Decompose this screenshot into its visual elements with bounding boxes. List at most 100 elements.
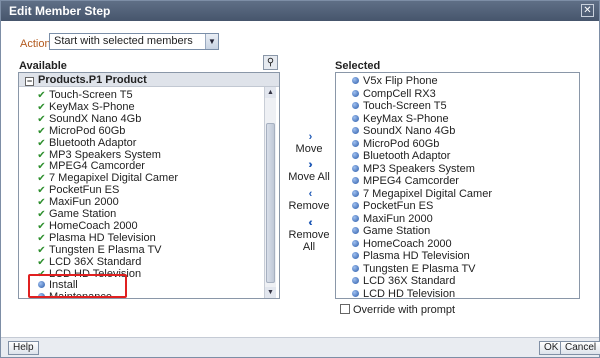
override-checkbox[interactable]	[340, 304, 350, 314]
available-list[interactable]: − Products.P1 Product ✔ Touch-Screen T5 ✔ Ke…	[18, 72, 280, 299]
selected-item-label: V5x Flip Phone	[363, 75, 438, 87]
double-chevron-left-icon: ‹‹	[308, 217, 312, 229]
find-binoculars-icon[interactable]: ⚲	[263, 55, 278, 70]
remove-all-label: Remove All	[288, 229, 330, 253]
selected-list-item[interactable]: MP3 Speakers System	[350, 163, 475, 176]
close-icon[interactable]: ✕	[581, 4, 594, 17]
member-dot-icon	[350, 238, 361, 251]
selected-list-item[interactable]: LCD 36X Standard	[350, 275, 455, 288]
action-label: Action	[20, 38, 51, 50]
chevron-down-icon[interactable]: ▼	[205, 34, 218, 49]
move-button[interactable]: › Move	[289, 131, 329, 155]
highlight-annotation	[28, 274, 127, 298]
move-all-button[interactable]: ›› Move All	[287, 159, 331, 183]
member-dot-icon	[350, 150, 361, 163]
available-item-label: Game Station	[49, 208, 117, 220]
scrollbar-thumb[interactable]	[266, 123, 275, 283]
cancel-button[interactable]: Cancel	[560, 341, 600, 355]
selected-list[interactable]: V5x Flip Phone CompCell RX3 Touch-Screen T…	[335, 72, 580, 299]
member-dot-icon	[350, 275, 361, 288]
selected-list-item[interactable]: HomeCoach 2000	[350, 238, 452, 251]
selected-item-label: HomeCoach 2000	[363, 237, 452, 250]
member-dot-icon	[350, 213, 361, 226]
available-item-label: MaxiFun 2000	[49, 196, 119, 209]
member-dot-icon	[350, 175, 361, 188]
dialog-content: Action Start with selected members ▼ Ava…	[1, 21, 599, 337]
edit-member-step-dialog: Edit Member Step ✕ Action Start with sel…	[0, 0, 600, 358]
selected-list-item[interactable]: Touch-Screen T5	[350, 100, 447, 113]
available-root-label: Products.P1 Product	[38, 74, 147, 86]
chevron-right-icon: ›	[308, 131, 313, 143]
available-item-label: SoundX Nano 4Gb	[49, 112, 142, 125]
selected-item-label: MP3 Speakers System	[363, 162, 475, 175]
available-item-label: Touch-Screen T5	[49, 89, 133, 101]
selected-list-item[interactable]: Tungsten E Plasma TV	[350, 263, 476, 276]
available-item-label: Tungsten E Plasma TV	[49, 243, 162, 256]
available-item-label: LCD 36X Standard	[49, 255, 142, 268]
available-item-label: PocketFun ES	[49, 184, 120, 197]
available-scrollbar[interactable]: ▲ ▼	[264, 87, 276, 298]
available-item-label: Bluetooth Adaptor	[49, 136, 137, 149]
selected-list-item[interactable]: 7 Megapixel Digital Camer	[350, 188, 492, 201]
selected-label: Selected	[335, 60, 381, 72]
selected-item-label: LCD HD Television	[363, 287, 456, 299]
selected-list-item[interactable]: Bluetooth Adaptor	[350, 150, 450, 163]
selected-list-item[interactable]: MPEG4 Camcorder	[350, 175, 459, 188]
scroll-down-icon[interactable]: ▼	[265, 287, 276, 298]
member-dot-icon	[350, 138, 361, 151]
selected-item-label: PocketFun ES	[363, 200, 434, 212]
selected-item-label: SoundX Nano 4Gb	[363, 125, 456, 137]
remove-all-button[interactable]: ‹‹ Remove All	[284, 217, 334, 253]
selected-item-label: MPEG4 Camcorder	[363, 175, 459, 187]
member-dot-icon	[350, 113, 361, 126]
member-dot-icon	[350, 225, 361, 238]
selected-item-label: Bluetooth Adaptor	[363, 150, 451, 162]
selected-item-label: 7 Megapixel Digital Camer	[363, 187, 492, 200]
member-dot-icon	[350, 200, 361, 213]
available-label: Available	[19, 60, 67, 72]
selected-item-label: Plasma HD Television	[363, 250, 470, 262]
selected-list-item[interactable]: LCD HD Television	[350, 287, 456, 299]
collapse-icon[interactable]: −	[25, 77, 34, 86]
selected-list-item[interactable]: SoundX Nano 4Gb	[350, 125, 455, 138]
member-dot-icon	[350, 125, 361, 138]
selected-list-item[interactable]: PocketFun ES	[350, 200, 433, 213]
selected-list-item[interactable]: MaxiFun 2000	[350, 213, 433, 226]
selected-item-label: Game Station	[363, 225, 431, 237]
available-item-label: MP3 Speakers System	[49, 148, 161, 161]
selected-item-label: KeyMax S-Phone	[363, 112, 449, 125]
action-selected-value: Start with selected members	[54, 35, 193, 47]
selected-list-item[interactable]: KeyMax S-Phone	[350, 113, 449, 126]
selected-item-label: LCD 36X Standard	[363, 275, 456, 287]
chevron-left-icon: ‹	[308, 188, 313, 200]
selected-item-label: Touch-Screen T5	[363, 100, 447, 112]
selected-item-label: MaxiFun 2000	[363, 212, 433, 225]
dialog-title: Edit Member Step	[9, 4, 111, 18]
override-label: Override with prompt	[353, 304, 456, 316]
selected-list-item[interactable]: Game Station	[350, 225, 430, 238]
move-all-label: Move All	[288, 171, 330, 183]
help-button[interactable]: Help	[8, 341, 39, 355]
action-select[interactable]: Start with selected members ▼	[49, 33, 219, 50]
member-dot-icon	[350, 288, 361, 299]
available-item-label: HomeCoach 2000	[49, 219, 138, 232]
override-with-prompt[interactable]: Override with prompt	[340, 304, 455, 316]
available-item-label: MPEG4 Camcorder	[49, 160, 145, 173]
member-dot-icon	[350, 163, 361, 176]
scroll-up-icon[interactable]: ▲	[265, 87, 276, 98]
selected-list-item[interactable]: Plasma HD Television	[350, 250, 470, 263]
selected-list-item[interactable]: MicroPod 60Gb	[350, 138, 439, 151]
available-item-label: 7 Megapixel Digital Camer	[49, 172, 178, 185]
available-item-label: MicroPod 60Gb	[49, 124, 126, 137]
remove-label: Remove	[288, 200, 330, 212]
member-dot-icon	[350, 250, 361, 263]
dialog-title-bar: Edit Member Step ✕	[1, 1, 599, 21]
member-dot-icon	[350, 100, 361, 113]
selected-list-item[interactable]: CompCell RX3	[350, 88, 436, 101]
available-item-label: Plasma HD Television	[49, 231, 156, 244]
remove-button[interactable]: ‹ Remove	[287, 188, 331, 212]
available-list-header: − Products.P1 Product	[19, 73, 279, 87]
member-dot-icon	[350, 75, 361, 88]
selected-list-item[interactable]: V5x Flip Phone	[350, 75, 438, 88]
selected-item-label: Tungsten E Plasma TV	[363, 262, 476, 275]
